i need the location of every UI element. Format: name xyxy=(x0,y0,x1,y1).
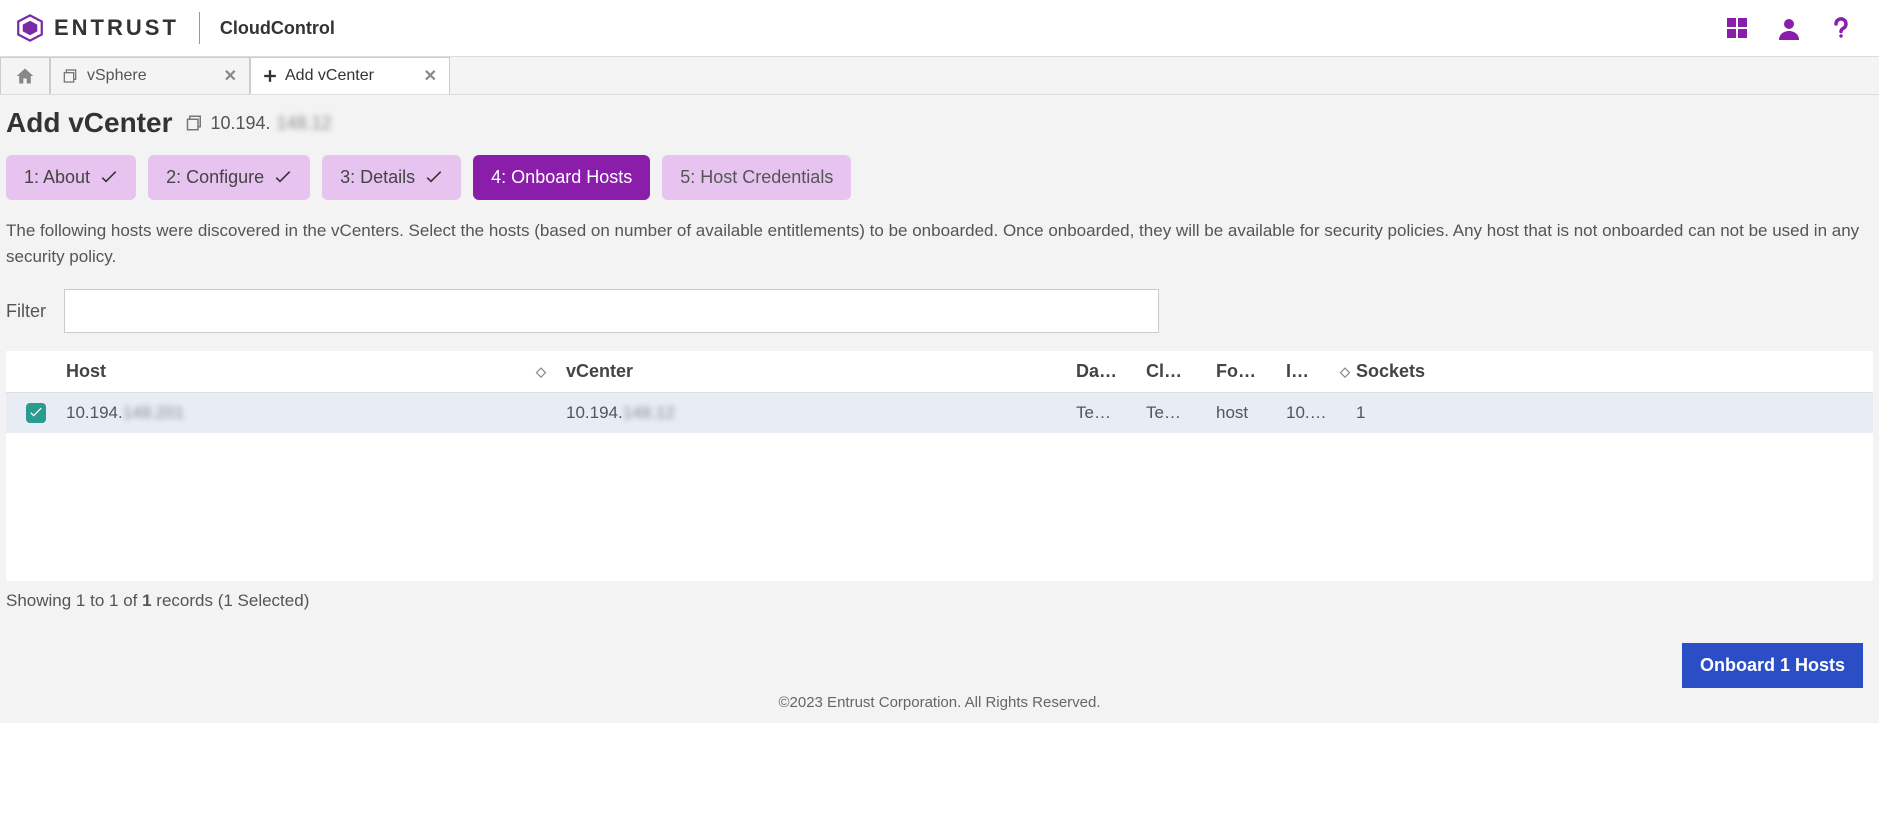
check-icon xyxy=(425,171,443,185)
sort-icon[interactable]: ◇ xyxy=(1340,364,1350,380)
brand-logo-group[interactable]: ENTRUST xyxy=(16,14,179,42)
page-title-row: Add vCenter 10.194.148.12 xyxy=(6,107,1873,139)
table-header: Host ◇ vCenter Da… Cl… Fo… I… ◇ Sockets xyxy=(6,351,1873,393)
tab-add-vcenter-label: Add vCenter xyxy=(285,67,374,85)
brand-name: ENTRUST xyxy=(54,15,179,41)
home-icon xyxy=(15,66,35,86)
filter-input[interactable] xyxy=(64,289,1159,333)
cell-host: 10.194.148.201 xyxy=(66,393,566,433)
wizard-steps: 1: About 2: Configure 3: Details 4: Onbo… xyxy=(6,155,1873,200)
col-vcenter[interactable]: vCenter xyxy=(566,351,1076,392)
close-icon[interactable]: ✕ xyxy=(224,66,237,86)
col-cluster[interactable]: Cl… xyxy=(1146,351,1216,392)
hex-logo-icon xyxy=(16,14,44,42)
row-checkbox[interactable] xyxy=(26,403,46,423)
filter-label: Filter xyxy=(6,301,46,322)
table-row[interactable]: 10.194.148.201 10.194.148.12 Te… Te… hos… xyxy=(6,393,1873,433)
wizard-step-configure[interactable]: 2: Configure xyxy=(148,155,310,200)
step-description: The following hosts were discovered in t… xyxy=(6,218,1873,269)
cell-vcenter: 10.194.148.12 xyxy=(566,393,1076,433)
page-content: Add vCenter 10.194.148.12 1: About 2: Co… xyxy=(0,95,1879,723)
wizard-step-details[interactable]: 3: Details xyxy=(322,155,461,200)
wizard-step-label: 5: Host Credentials xyxy=(680,167,833,188)
table-status: Showing 1 to 1 of 1 records (1 Selected) xyxy=(6,581,1873,621)
cta-row: Onboard 1 Hosts xyxy=(6,621,1873,688)
help-icon[interactable] xyxy=(1829,16,1853,40)
tab-vsphere-label: vSphere xyxy=(87,67,147,85)
home-tab[interactable] xyxy=(0,57,50,94)
check-icon xyxy=(29,407,43,419)
wizard-step-label: 1: About xyxy=(24,167,90,188)
wizard-step-host-credentials[interactable]: 5: Host Credentials xyxy=(662,155,851,200)
user-icon[interactable] xyxy=(1777,16,1801,40)
cell-ip: 10.… xyxy=(1286,393,1356,433)
col-folder[interactable]: Fo… xyxy=(1216,351,1286,392)
cell-folder: host xyxy=(1216,393,1286,433)
close-icon[interactable]: ✕ xyxy=(424,66,437,86)
onboard-button[interactable]: Onboard 1 Hosts xyxy=(1682,643,1863,688)
col-host[interactable]: Host ◇ xyxy=(66,351,566,392)
wizard-step-about[interactable]: 1: About xyxy=(6,155,136,200)
hosts-table: Host ◇ vCenter Da… Cl… Fo… I… ◇ Sockets … xyxy=(6,351,1873,581)
page-title: Add vCenter xyxy=(6,107,172,139)
brand-divider xyxy=(199,12,200,44)
cell-datacenter: Te… xyxy=(1076,393,1146,433)
page-ip: 10.194.148.12 xyxy=(186,113,331,134)
tab-vsphere[interactable]: vSphere ✕ xyxy=(50,57,250,94)
tab-add-vcenter[interactable]: Add vCenter ✕ xyxy=(250,57,450,94)
wizard-step-label: 2: Configure xyxy=(166,167,264,188)
cell-sockets: 1 xyxy=(1356,393,1456,433)
header: ENTRUST CloudControl xyxy=(0,0,1879,57)
wizard-step-onboard-hosts[interactable]: 4: Onboard Hosts xyxy=(473,155,650,200)
header-right xyxy=(1725,16,1863,40)
tab-bar: vSphere ✕ Add vCenter ✕ xyxy=(0,57,1879,95)
col-datacenter[interactable]: Da… xyxy=(1076,351,1146,392)
cell-cluster: Te… xyxy=(1146,393,1216,433)
apps-icon[interactable] xyxy=(1725,16,1749,40)
sort-icon[interactable]: ◇ xyxy=(536,364,546,380)
product-name: CloudControl xyxy=(220,18,335,39)
col-ip[interactable]: I… ◇ xyxy=(1286,351,1356,392)
stack-icon xyxy=(63,68,79,84)
plus-icon xyxy=(263,69,277,83)
wizard-step-label: 3: Details xyxy=(340,167,415,188)
footer: ©2023 Entrust Corporation. All Rights Re… xyxy=(6,688,1873,711)
filter-row: Filter xyxy=(6,289,1873,333)
col-sockets[interactable]: Sockets xyxy=(1356,351,1456,392)
stack-icon xyxy=(186,114,204,132)
col-checkbox xyxy=(6,362,66,382)
wizard-step-label: 4: Onboard Hosts xyxy=(491,167,632,188)
check-icon xyxy=(100,171,118,185)
check-icon xyxy=(274,171,292,185)
